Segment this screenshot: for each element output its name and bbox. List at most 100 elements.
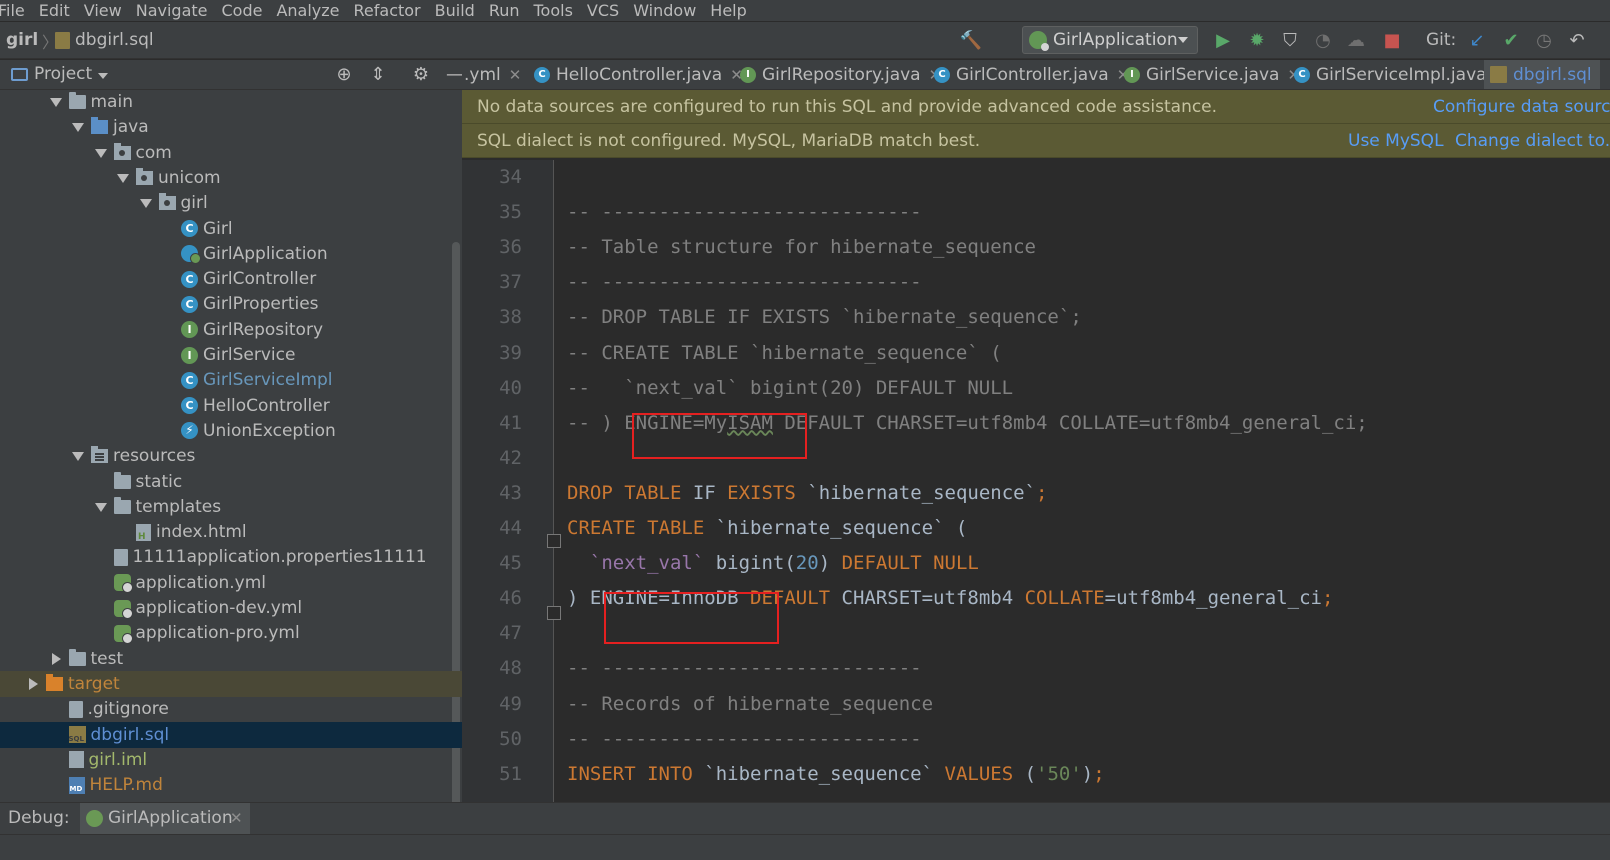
breadcrumb-file[interactable]: dbgirl.sql: [75, 30, 154, 50]
tab-girlrepository-java[interactable]: IGirlRepository.java✕: [734, 60, 949, 89]
change-dialect-link[interactable]: Change dialect to...: [1455, 131, 1610, 151]
code-token: -- ----------------------------: [567, 727, 922, 750]
stop-icon[interactable]: ■: [1381, 29, 1403, 51]
menu-edit[interactable]: Edit: [32, 1, 77, 21]
tree-item-test[interactable]: test: [0, 646, 462, 672]
line-number: 44: [499, 517, 522, 539]
close-icon[interactable]: ✕: [230, 809, 243, 827]
tree-item-application-yml[interactable]: application.yml: [0, 570, 462, 596]
attach-debugger-icon[interactable]: ☁: [1345, 29, 1367, 51]
tree-item-girl[interactable]: C Girl: [0, 216, 462, 242]
tree-item-dbgirl-sql[interactable]: dbgirl.sql: [0, 721, 462, 748]
menu-window[interactable]: Window: [626, 1, 703, 21]
build-hammer-icon[interactable]: 🔨: [960, 29, 982, 51]
tree-item-unionexception[interactable]: ⚡ UnionException: [0, 418, 462, 444]
tree-item-gitignore[interactable]: .gitignore: [0, 696, 462, 722]
debug-tool-window-bar: Debug: GirlApplication ✕: [0, 802, 1610, 834]
menu-analyze[interactable]: Analyze: [269, 1, 346, 21]
tree-item-girlrepository[interactable]: I GirlRepository: [0, 317, 462, 343]
chevron-right-icon[interactable]: [49, 652, 63, 666]
menu-view[interactable]: View: [77, 1, 129, 21]
tree-item-application-dev-yml[interactable]: application-dev.yml: [0, 595, 462, 621]
menu-tools[interactable]: Tools: [527, 1, 580, 21]
tab-girlservice-java[interactable]: IGirlService.java✕: [1118, 60, 1308, 89]
menu-refactor[interactable]: Refactor: [347, 1, 428, 21]
tree-item-application-pro-yml[interactable]: application-pro.yml: [0, 620, 462, 646]
tree-item-label: application-dev.yml: [135, 598, 303, 618]
line-number: 42: [499, 446, 522, 469]
tree-item-girlserviceimpl[interactable]: C GirlServiceImpl: [0, 367, 462, 393]
tree-item-girlapplication[interactable]: GirlApplication: [0, 241, 462, 267]
tree-item-hellocontroller[interactable]: C HelloController: [0, 393, 462, 419]
tab-dbgirl-sql[interactable]: dbgirl.sql: [1484, 60, 1600, 89]
tree-item-main[interactable]: main: [0, 90, 462, 115]
git-history-clock-icon[interactable]: ◷: [1533, 29, 1555, 51]
project-view-selector[interactable]: Project: [34, 64, 92, 84]
profile-icon[interactable]: ◔: [1312, 29, 1334, 51]
git-rollback-icon[interactable]: ↶: [1566, 29, 1588, 51]
tree-item-girl-iml[interactable]: girl.iml: [0, 747, 462, 773]
menu-run[interactable]: Run: [482, 1, 527, 21]
tree-item-help-md[interactable]: HELP.md: [0, 772, 462, 798]
tab-hellocontroller-java[interactable]: C HelloController.java ✕: [528, 60, 751, 89]
collapse-all-icon[interactable]: ⇕: [367, 64, 389, 86]
tree-item-label: application-pro.yml: [135, 623, 300, 644]
tree-item-java[interactable]: java: [0, 114, 462, 140]
tree-item-templates[interactable]: templates: [0, 494, 462, 520]
git-update-icon[interactable]: ↙: [1466, 29, 1488, 51]
tree-item-label: 11111application.properties11111: [132, 547, 427, 568]
tree-item-girlproperties[interactable]: C GirlProperties: [0, 291, 462, 317]
tree-item-unicom[interactable]: unicom: [0, 165, 462, 191]
git-commit-check-icon[interactable]: ✔: [1500, 29, 1522, 51]
chevron-down-icon[interactable]: [94, 146, 108, 160]
tree-item-11111application-properties11111[interactable]: 11111application.properties11111: [0, 544, 462, 570]
tree-item-static[interactable]: static: [0, 469, 462, 495]
menu-code[interactable]: Code: [215, 1, 270, 21]
chevron-down-icon[interactable]: [116, 171, 130, 185]
editor-tab-bar: .yml ✕ C HelloController.java ✕ I GirlReposito…: [462, 60, 1610, 90]
debug-bug-icon[interactable]: ✹: [1246, 29, 1268, 51]
run-configuration-select[interactable]: GirlApplication: [1022, 26, 1198, 54]
menu-vcs[interactable]: VCS: [580, 1, 626, 21]
chevron-right-icon[interactable]: [26, 677, 40, 691]
tree-item-girl[interactable]: girl: [0, 190, 462, 216]
chevron-down-icon[interactable]: [98, 73, 108, 79]
code-token: COLLATE: [1024, 587, 1105, 610]
use-mysql-link[interactable]: Use MySQL: [1348, 131, 1444, 151]
code-line: -- Records of hibernate_sequence: [567, 693, 933, 715]
menu-file[interactable]: File: [0, 1, 32, 21]
tree-item-girlcontroller[interactable]: C GirlController: [0, 266, 462, 292]
fold-marker-icon[interactable]: [547, 606, 561, 620]
tree-item-resources[interactable]: resources: [0, 443, 462, 469]
datasource-notification: No data sources are configured to run th…: [462, 90, 1610, 124]
menu-help[interactable]: Help: [703, 1, 753, 21]
chevron-down-icon[interactable]: [94, 500, 108, 514]
tree-item-index-html[interactable]: index.html: [0, 519, 462, 545]
tab-girlcontroller-java[interactable]: C GirlController.java ✕: [928, 60, 1137, 89]
locate-target-icon[interactable]: ⊕: [333, 64, 355, 86]
tab-girlserviceimpl-java[interactable]: CGirlServiceImpl.java✕: [1288, 60, 1515, 89]
breadcrumb-project[interactable]: girl: [6, 30, 38, 50]
tree-item-girlservice[interactable]: I GirlService: [0, 342, 462, 368]
tree-item-label: application.yml: [135, 572, 267, 593]
configure-datasource-link[interactable]: Configure data source: [1433, 97, 1610, 117]
excluded-folder-icon: [46, 673, 63, 691]
code-token: `hibernate_sequence`: [807, 481, 1037, 504]
menu-build[interactable]: Build: [428, 1, 482, 21]
code-editor[interactable]: -- ---------------------------- -- Table …: [567, 160, 1610, 802]
coverage-shield-icon[interactable]: ⛉: [1279, 29, 1301, 51]
chevron-down-icon[interactable]: [139, 196, 153, 210]
run-icon[interactable]: ▶: [1212, 29, 1234, 51]
tree-item-target[interactable]: target: [0, 670, 462, 697]
menu-navigate[interactable]: Navigate: [129, 1, 215, 21]
gear-icon[interactable]: ⚙: [410, 64, 432, 86]
close-icon[interactable]: ✕: [509, 66, 522, 84]
chevron-down-icon[interactable]: [71, 449, 85, 463]
debug-session-tab[interactable]: GirlApplication ✕: [80, 803, 250, 834]
chevron-down-icon[interactable]: [71, 120, 85, 134]
tab-yml[interactable]: .yml ✕: [462, 60, 529, 89]
fold-marker-icon[interactable]: [547, 534, 561, 548]
chevron-down-icon[interactable]: [49, 95, 63, 109]
tree-item-com[interactable]: com: [0, 140, 462, 166]
interface-icon: I: [181, 346, 198, 364]
